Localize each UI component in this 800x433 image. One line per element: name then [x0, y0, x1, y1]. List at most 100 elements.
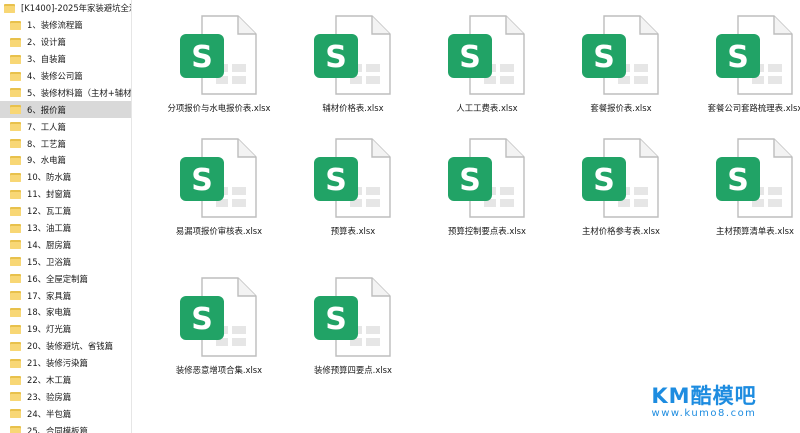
folder-icon [10, 139, 21, 149]
sheets-file-icon: S [444, 135, 530, 221]
tree-item-label: 9、水电篇 [27, 155, 66, 166]
file-item[interactable]: S 辅材价格表.xlsx [293, 12, 413, 132]
watermark-url: www.kumo8.com [651, 408, 757, 419]
tree-item-folder[interactable]: 21、装修污染篇 [0, 355, 131, 372]
folder-icon [10, 71, 21, 81]
tree-item-folder[interactable]: 23、验房篇 [0, 388, 131, 405]
svg-text:S: S [191, 40, 213, 75]
tree-item-label: 24、半包篇 [27, 408, 72, 419]
folder-tree: [K1400]-2025年家装避坑全流程 1、装修流程篇 2、设计篇 3、自装篇 4、装… [0, 0, 132, 433]
tree-item-folder[interactable]: 3、自装篇 [0, 51, 131, 68]
tree-item-folder[interactable]: 20、装修避坑、省钱篇 [0, 338, 131, 355]
sheets-file-icon: S [578, 135, 664, 221]
sheets-file-icon: S [310, 135, 396, 221]
tree-item-label: 19、灯光篇 [27, 324, 72, 335]
file-item[interactable]: S 套餐报价表.xlsx [561, 12, 681, 132]
tree-item-label: 11、封窗篇 [27, 189, 72, 200]
file-name: 分项报价与水电报价表.xlsx [167, 103, 271, 113]
svg-text:S: S [325, 163, 347, 198]
tree-item-label: 8、工艺篇 [27, 138, 66, 149]
svg-text:S: S [459, 40, 481, 75]
file-name: 易漏项报价审核表.xlsx [175, 226, 263, 236]
svg-text:S: S [727, 163, 749, 198]
tree-item-folder[interactable]: 9、水电篇 [0, 152, 131, 169]
tree-item-folder[interactable]: 18、家电篇 [0, 304, 131, 321]
sheets-file-icon: S [310, 12, 396, 98]
svg-text:S: S [593, 163, 615, 198]
tree-item-folder[interactable]: 2、设计篇 [0, 34, 131, 51]
svg-text:S: S [191, 302, 213, 337]
file-item[interactable]: S 主材预算清单表.xlsx [695, 135, 800, 255]
folder-icon [10, 257, 21, 267]
file-name: 预算表.xlsx [330, 226, 376, 236]
watermark-logo: KM酷模吧 [651, 384, 757, 408]
sheets-file-icon: S [176, 274, 262, 360]
tree-item-label: 12、瓦工篇 [27, 206, 72, 217]
folder-icon [10, 274, 21, 284]
tree-item-label: [K1400]-2025年家装避坑全流程 [21, 3, 131, 14]
folder-icon [10, 54, 21, 64]
tree-item-label: 2、设计篇 [27, 37, 66, 48]
file-name: 套餐报价表.xlsx [590, 103, 652, 113]
svg-text:S: S [593, 40, 615, 75]
svg-text:S: S [459, 163, 481, 198]
svg-text:S: S [191, 163, 213, 198]
tree-item-folder[interactable]: 24、半包篇 [0, 405, 131, 422]
tree-item-label: 3、自装篇 [27, 54, 66, 65]
file-item[interactable]: S 预算控制要点表.xlsx [427, 135, 547, 255]
file-item[interactable]: S 装修恶意增项合集.xlsx [159, 274, 279, 394]
file-item[interactable]: S 预算表.xlsx [293, 135, 413, 255]
sheets-file-icon: S [712, 12, 798, 98]
tree-item-folder[interactable]: 1、装修流程篇 [0, 17, 131, 34]
file-item[interactable]: S 主材价格参考表.xlsx [561, 135, 681, 255]
sheets-file-icon: S [712, 135, 798, 221]
tree-item-label: 21、装修污染篇 [27, 358, 88, 369]
tree-item-folder[interactable]: 13、油工篇 [0, 220, 131, 237]
tree-item-label: 25、合同模板篇 [27, 425, 88, 433]
tree-item-folder[interactable]: 4、装修公司篇 [0, 68, 131, 85]
file-name: 装修恶意增项合集.xlsx [175, 365, 263, 375]
file-item[interactable]: S 分项报价与水电报价表.xlsx [159, 12, 279, 132]
tree-item-folder[interactable]: 22、木工篇 [0, 372, 131, 389]
sheets-file-icon: S [444, 12, 530, 98]
tree-item-folder[interactable]: 8、工艺篇 [0, 135, 131, 152]
folder-icon [10, 307, 21, 317]
folder-icon [10, 426, 21, 433]
tree-root-folder[interactable]: [K1400]-2025年家装避坑全流程 [0, 0, 131, 17]
folder-icon [10, 341, 21, 351]
tree-item-label: 15、卫浴篇 [27, 256, 72, 267]
tree-item-folder[interactable]: 5、装修材料篇（主材+辅材） [0, 84, 131, 101]
tree-item-label: 4、装修公司篇 [27, 71, 83, 81]
tree-item-folder[interactable]: 10、防水篇 [0, 169, 131, 186]
tree-item-folder[interactable]: 6、报价篇 [0, 101, 131, 119]
file-item[interactable]: S 易漏项报价审核表.xlsx [159, 135, 279, 255]
tree-item-folder[interactable]: 7、工人篇 [0, 118, 131, 135]
folder-icon [10, 122, 21, 132]
folder-icon [10, 172, 21, 182]
tree-item-folder[interactable]: 11、封窗篇 [0, 186, 131, 203]
folder-icon [10, 105, 21, 115]
sheets-file-icon: S [578, 12, 664, 98]
folder-icon [10, 206, 21, 216]
tree-item-folder[interactable]: 17、家具篇 [0, 287, 131, 304]
file-item[interactable]: S 装修预算四要点.xlsx [293, 274, 413, 394]
folder-icon [10, 37, 21, 47]
tree-item-label: 14、厨房篇 [27, 239, 72, 250]
svg-text:S: S [325, 40, 347, 75]
folder-icon [10, 392, 21, 402]
sheets-file-icon: S [176, 135, 262, 221]
file-item[interactable]: S 人工工费表.xlsx [427, 12, 547, 132]
folder-icon [10, 155, 21, 165]
tree-item-folder[interactable]: 15、卫浴篇 [0, 253, 131, 270]
file-item[interactable]: S 套餐公司套路梳理表.xlsx [695, 12, 800, 132]
sheets-file-icon: S [310, 274, 396, 360]
tree-item-label: 23、验房篇 [27, 391, 72, 402]
tree-item-folder[interactable]: 19、灯光篇 [0, 321, 131, 338]
tree-item-folder[interactable]: 16、全屋定制篇 [0, 270, 131, 287]
tree-item-folder[interactable]: 25、合同模板篇 [0, 422, 131, 433]
tree-item-label: 20、装修避坑、省钱篇 [27, 341, 114, 352]
tree-item-folder[interactable]: 12、瓦工篇 [0, 203, 131, 220]
sheets-file-icon: S [176, 12, 262, 98]
tree-item-label: 22、木工篇 [27, 375, 72, 386]
tree-item-folder[interactable]: 14、厨房篇 [0, 236, 131, 253]
